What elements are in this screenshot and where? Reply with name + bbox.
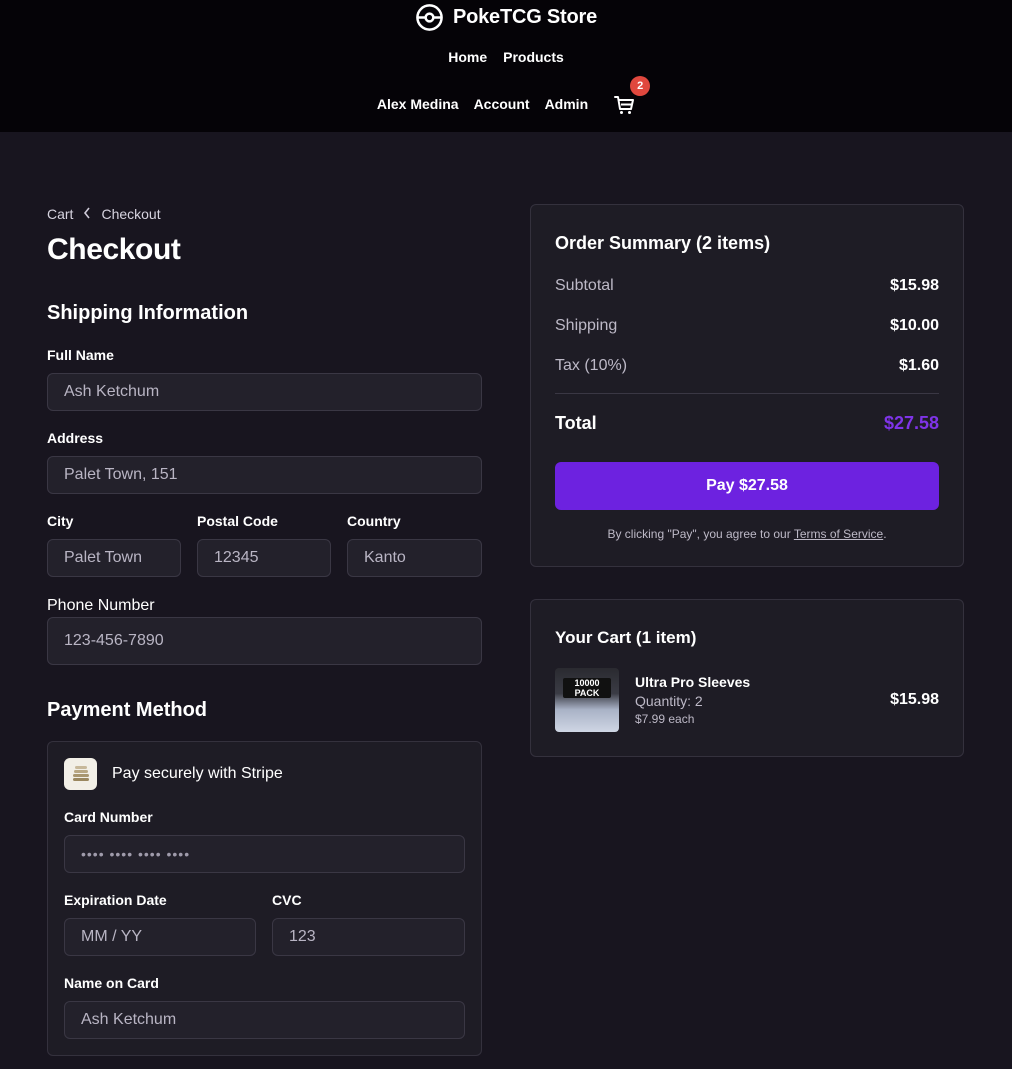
- terms-notice: By clicking "Pay", you agree to our Term…: [531, 527, 963, 541]
- full-name-label: Full Name: [47, 347, 114, 363]
- address-label: Address: [47, 430, 104, 446]
- postal-code-label: Postal Code: [197, 513, 278, 529]
- city-field[interactable]: Palet Town: [47, 539, 181, 577]
- phone-label: Phone Number: [47, 597, 155, 614]
- order-summary-card: Order Summary (2 items) Subtotal $15.98 …: [530, 204, 964, 567]
- country-label: Country: [347, 513, 401, 529]
- product-thumbnail-label: 10000 PACK: [563, 678, 611, 698]
- terms-prefix: By clicking "Pay", you agree to our: [607, 527, 794, 541]
- tax-label: Tax (10%): [555, 357, 628, 374]
- country-field[interactable]: Kanto: [347, 539, 482, 577]
- cart-title: Your Cart (1 item): [555, 628, 697, 647]
- phone-field[interactable]: 123-456-7890: [47, 617, 482, 665]
- cart-item-quantity: Quantity: 2: [635, 693, 703, 709]
- total-value: $27.58: [883, 413, 939, 433]
- full-name-field[interactable]: Ash Ketchum: [47, 373, 482, 411]
- subtotal-label: Subtotal: [555, 277, 614, 294]
- cvc-label: CVC: [272, 892, 302, 908]
- cart-count-badge: 2: [630, 76, 651, 96]
- postal-code-field[interactable]: 12345: [197, 539, 331, 577]
- cart-button[interactable]: 2: [613, 76, 651, 114]
- name-on-card-field[interactable]: Ash Ketchum: [64, 1001, 465, 1039]
- tax-row: Tax (10%) $1.60: [555, 357, 939, 375]
- shipping-cost-label: Shipping: [555, 317, 618, 334]
- brand-name: PokeTCG Store: [452, 6, 598, 28]
- shipping-cost-value: $10.00: [890, 317, 939, 334]
- shipping-row: Shipping $10.00: [555, 317, 939, 335]
- pay-button[interactable]: Pay $27.58: [555, 462, 939, 510]
- payment-box: Pay securely with Stripe Card Number •••…: [47, 741, 482, 1056]
- name-on-card-label: Name on Card: [64, 975, 159, 991]
- subtotal-value: $15.98: [890, 277, 939, 294]
- stripe-logo-icon: [64, 758, 97, 790]
- brand[interactable]: PokeTCG Store: [0, 3, 1012, 32]
- subtotal-row: Subtotal $15.98: [555, 277, 939, 295]
- total-label: Total: [555, 413, 597, 433]
- summary-divider: [555, 393, 939, 394]
- cvc-field[interactable]: 123: [272, 918, 465, 956]
- terms-of-service-link[interactable]: Terms of Service: [794, 527, 883, 541]
- account-link[interactable]: Account: [474, 96, 530, 112]
- expiration-date-field[interactable]: MM / YY: [64, 918, 256, 956]
- pokeball-icon: [416, 4, 443, 31]
- primary-nav: Home Products: [0, 49, 1012, 65]
- stripe-provider-text: Pay securely with Stripe: [112, 765, 283, 782]
- payment-section-title: Payment Method: [47, 699, 208, 721]
- cart-item-name[interactable]: Ultra Pro Sleeves: [635, 674, 750, 690]
- breadcrumb: Cart Checkout: [47, 206, 161, 222]
- cart-icon: [614, 96, 635, 114]
- cart-card: Your Cart (1 item) 10000 PACK Ultra Pro …: [530, 599, 964, 757]
- breadcrumb-cart-link[interactable]: Cart: [47, 206, 73, 222]
- product-thumbnail[interactable]: 10000 PACK: [555, 668, 619, 732]
- user-name-link[interactable]: Alex Medina: [377, 96, 459, 112]
- terms-suffix: .: [883, 527, 887, 541]
- expiration-date-label: Expiration Date: [64, 892, 167, 908]
- shipping-section-title: Shipping Information: [47, 302, 249, 324]
- address-field[interactable]: Palet Town, 151: [47, 456, 482, 494]
- total-row: Total $27.58: [555, 413, 939, 434]
- user-nav: Alex Medina Account Admin 2: [0, 76, 1012, 114]
- page-title: Checkout: [47, 233, 181, 266]
- city-label: City: [47, 513, 74, 529]
- cart-item-unit-price: $7.99 each: [635, 712, 695, 726]
- breadcrumb-current: Checkout: [101, 206, 161, 222]
- card-number-label: Card Number: [64, 809, 153, 825]
- order-summary-title: Order Summary (2 items): [555, 233, 771, 253]
- site-header: PokeTCG Store Home Products Alex Medina …: [0, 0, 1012, 132]
- tax-value: $1.60: [898, 357, 939, 374]
- admin-link[interactable]: Admin: [545, 96, 589, 112]
- card-number-field[interactable]: •••• •••• •••• ••••: [64, 835, 465, 873]
- nav-home-link[interactable]: Home: [448, 49, 487, 65]
- cart-item-price: $15.98: [890, 691, 939, 708]
- nav-products-link[interactable]: Products: [503, 49, 564, 65]
- chevron-left-icon: [83, 206, 91, 222]
